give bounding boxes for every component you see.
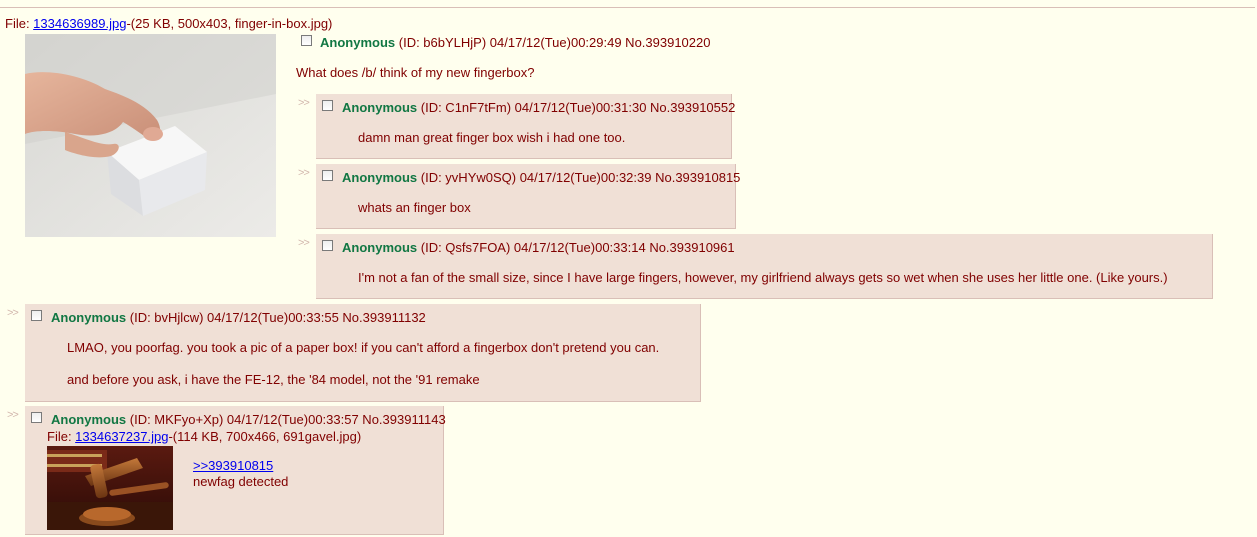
op-file-meta: -(25 KB, 500x403, finger-in-box.jpg) xyxy=(126,16,333,31)
reply-post: Anonymous (ID: C1nF7tFm) 04/17/12(Tue)00… xyxy=(316,94,735,159)
reply-header: Anonymous (ID: MKFyo+Xp) 04/17/12(Tue)00… xyxy=(51,412,446,427)
reply-file-link[interactable]: 1334637237.jpg xyxy=(75,429,168,444)
reply-message-line: and before you ask, i have the FE-12, th… xyxy=(67,372,480,387)
reply-arrows: >> xyxy=(7,307,19,319)
reply-file-meta: -(114 KB, 700x466, 691gavel.jpg) xyxy=(168,429,362,444)
reply-message: I'm not a fan of the small size, since I… xyxy=(358,270,1168,285)
finger-in-box-picture xyxy=(25,34,276,237)
reply-poster-name: Anonymous xyxy=(342,100,418,115)
reply-file-label: File: xyxy=(47,429,76,444)
reply-select-checkbox[interactable] xyxy=(322,240,333,251)
reply-header: Anonymous (ID: yvHYw0SQ) 04/17/12(Tue)00… xyxy=(342,170,740,185)
reply-thumbnail-image[interactable] xyxy=(47,446,173,530)
top-divider xyxy=(0,7,1255,8)
reply-select-checkbox[interactable] xyxy=(322,170,333,181)
reply-arrows: >> xyxy=(298,97,310,109)
reply-header: Anonymous (ID: C1nF7tFm) 04/17/12(Tue)00… xyxy=(342,100,735,115)
reply-header: Anonymous (ID: bvHjlcw) 04/17/12(Tue)00:… xyxy=(51,310,426,325)
reply-file-info: File: 1334637237.jpg-(114 KB, 700x466, 6… xyxy=(47,429,361,444)
reply-poster-name: Anonymous xyxy=(342,240,418,255)
op-select-checkbox[interactable] xyxy=(301,35,312,46)
op-file-info: File: 1334636989.jpg-(25 KB, 500x403, fi… xyxy=(5,16,332,31)
reply-quote-link[interactable]: >>393910815 xyxy=(193,458,273,473)
reply-post: Anonymous (ID: Qsfs7FOA) 04/17/12(Tue)00… xyxy=(316,234,1213,299)
reply-post: Anonymous (ID: bvHjlcw) 04/17/12(Tue)00:… xyxy=(25,304,701,402)
reply-arrows: >> xyxy=(298,167,310,179)
reply-message-line: LMAO, you poorfag. you took a pic of a p… xyxy=(67,340,660,355)
reply-message: damn man great finger box wish i had one… xyxy=(358,130,626,145)
reply-message: whats an finger box xyxy=(358,200,471,215)
reply-select-checkbox[interactable] xyxy=(31,310,42,321)
reply-select-checkbox[interactable] xyxy=(322,100,333,111)
reply-message: newfag detected xyxy=(193,474,289,489)
op-post-info: (ID: b6bYLHjP) 04/17/12(Tue)00:29:49 No.… xyxy=(398,35,711,50)
reply-arrows: >> xyxy=(298,237,310,249)
reply-header: Anonymous (ID: Qsfs7FOA) 04/17/12(Tue)00… xyxy=(342,240,735,255)
reply-select-checkbox[interactable] xyxy=(31,412,42,423)
reply-poster-name: Anonymous xyxy=(51,412,127,427)
reply-post-info: (ID: yvHYw0SQ) 04/17/12(Tue)00:32:39 No.… xyxy=(420,170,741,185)
reply-arrows: >> xyxy=(7,409,19,421)
op-thumbnail-image[interactable] xyxy=(25,34,276,237)
reply-post-info: (ID: MKFyo+Xp) 04/17/12(Tue)00:33:57 No.… xyxy=(129,412,446,427)
reply-poster-name: Anonymous xyxy=(342,170,418,185)
reply-post-info: (ID: Qsfs7FOA) 04/17/12(Tue)00:33:14 No.… xyxy=(420,240,735,255)
gavel-picture xyxy=(47,446,173,530)
op-poster-name: Anonymous xyxy=(320,35,396,50)
reply-poster-name: Anonymous xyxy=(51,310,127,325)
reply-post: Anonymous (ID: yvHYw0SQ) 04/17/12(Tue)00… xyxy=(316,164,740,229)
op-post-header: Anonymous (ID: b6bYLHjP) 04/17/12(Tue)00… xyxy=(320,35,710,50)
reply-post-info: (ID: C1nF7tFm) 04/17/12(Tue)00:31:30 No.… xyxy=(420,100,736,115)
op-file-label: File: xyxy=(5,16,34,31)
op-message: What does /b/ think of my new fingerbox? xyxy=(296,65,535,80)
op-file-link[interactable]: 1334636989.jpg xyxy=(33,16,126,31)
reply-post: Anonymous (ID: MKFyo+Xp) 04/17/12(Tue)00… xyxy=(25,406,446,535)
reply-post-info: (ID: bvHjlcw) 04/17/12(Tue)00:33:55 No.3… xyxy=(129,310,426,325)
